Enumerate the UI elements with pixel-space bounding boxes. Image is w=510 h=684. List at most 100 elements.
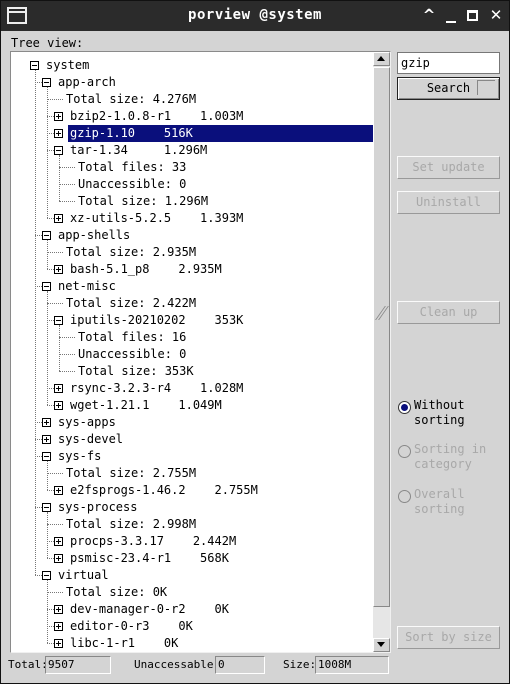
tree-view-label: Tree view: xyxy=(11,36,84,50)
tree-node[interactable]: sys-apps xyxy=(58,414,116,431)
tree-scrollbar[interactable] xyxy=(373,52,390,652)
tree-connector xyxy=(47,490,54,491)
search-input[interactable] xyxy=(397,52,500,74)
total-label: Total: xyxy=(8,658,48,671)
tree-node[interactable]: system xyxy=(46,57,89,74)
tree-info-item[interactable]: Total size: 4.276M xyxy=(66,91,196,108)
tree-info-item[interactable]: Total files: 16 xyxy=(78,329,186,346)
expand-icon[interactable] xyxy=(54,129,63,138)
tree-connector xyxy=(47,116,54,117)
tree-node[interactable]: e2fsprogs-1.46.2 2.755M xyxy=(70,482,258,499)
tree-node[interactable]: dev-manager-0-r2 0K xyxy=(70,601,229,618)
tree-view[interactable]: system app-arch Total size: 4.276M bzip2-1.… xyxy=(10,51,391,653)
expand-icon[interactable] xyxy=(54,622,63,631)
expand-icon[interactable] xyxy=(54,112,63,121)
unaccessable-label: Unaccessable: xyxy=(134,658,221,671)
collapse-icon[interactable] xyxy=(42,282,51,291)
expand-icon[interactable] xyxy=(54,554,63,563)
expand-icon[interactable] xyxy=(54,639,63,648)
expand-icon[interactable] xyxy=(54,537,63,546)
tree-node[interactable]: sys-devel xyxy=(58,431,123,448)
set-update-button[interactable]: Set update xyxy=(397,156,500,179)
clean-up-button[interactable]: Clean up xyxy=(397,301,500,324)
expand-icon[interactable] xyxy=(54,214,63,223)
collapse-icon[interactable] xyxy=(54,146,63,155)
tree-info-item[interactable]: Unaccessible: 0 xyxy=(78,346,186,363)
search-options-icon xyxy=(477,80,495,95)
tree-node[interactable]: app-arch xyxy=(58,74,116,91)
tree-info-item[interactable]: Total size: 0K xyxy=(66,584,167,601)
tree-info-item[interactable]: Total size: 2.935M xyxy=(66,244,196,261)
tree-connector xyxy=(47,87,48,218)
radio-label: Sorting in category xyxy=(414,442,487,471)
tree-node[interactable]: sys-process xyxy=(58,499,137,516)
tree-node[interactable]: xz-utils-5.2.5 1.393M xyxy=(70,210,243,227)
tree-connector xyxy=(47,252,63,253)
tree-node[interactable]: psmisc-23.4-r1 568K xyxy=(70,550,229,567)
tree-node[interactable]: net-misc xyxy=(58,278,116,295)
uninstall-button[interactable]: Uninstall xyxy=(397,191,500,214)
tree-connector xyxy=(47,133,54,134)
tree-connector xyxy=(35,82,42,83)
tree-node[interactable]: libc-1-r1 0K xyxy=(70,635,178,652)
collapse-icon[interactable] xyxy=(30,61,39,70)
tree-connector xyxy=(47,473,63,474)
tree-info-item[interactable]: Total files: 33 xyxy=(78,159,186,176)
collapse-icon[interactable] xyxy=(42,78,51,87)
tree-node[interactable]: procps-3.3.17 2.442M xyxy=(70,533,236,550)
tree-connector xyxy=(47,580,48,643)
expand-icon[interactable] xyxy=(42,435,51,444)
expand-icon[interactable] xyxy=(54,401,63,410)
collapse-icon[interactable] xyxy=(42,231,51,240)
tree-connector xyxy=(59,325,60,371)
tree-node[interactable]: app-shells xyxy=(58,227,130,244)
expand-icon[interactable] xyxy=(54,486,63,495)
tree-connector xyxy=(35,456,42,457)
minimize-icon[interactable]: ^ xyxy=(419,5,439,25)
tree-node[interactable]: wget-1.21.1 1.049M xyxy=(70,397,222,414)
tree-node[interactable]: bash-5.1_p8 2.935M xyxy=(70,261,222,278)
tree-info-item[interactable]: Total size: 2.755M xyxy=(66,465,196,482)
collapse-icon[interactable] xyxy=(42,503,51,512)
tree-connector xyxy=(47,218,54,219)
tree-node[interactable]: tar-1.34 1.296M xyxy=(70,142,207,159)
expand-icon[interactable] xyxy=(54,265,63,274)
splitter-handle[interactable] xyxy=(375,304,389,322)
tree-node[interactable]: editor-0-r3 0K xyxy=(70,618,193,635)
expand-icon[interactable] xyxy=(42,418,51,427)
maximize-icon[interactable] xyxy=(467,10,478,21)
scroll-thumb[interactable] xyxy=(373,67,390,607)
expand-icon[interactable] xyxy=(54,605,63,614)
tree-connector xyxy=(59,201,75,202)
iconify-icon[interactable] xyxy=(446,21,456,23)
tree-info-item[interactable]: Total size: 2.998M xyxy=(66,516,196,533)
tree-node[interactable]: iputils-20210202 353K xyxy=(70,312,243,329)
scroll-up-button[interactable] xyxy=(373,52,390,66)
tree-info-item[interactable]: Total size: 2.422M xyxy=(66,295,196,312)
tree-node[interactable]: virtual xyxy=(58,567,109,584)
tree-info-item[interactable]: Unaccessible: 0 xyxy=(78,176,186,193)
tree-node[interactable]: bzip2-1.0.8-r1 1.003M xyxy=(70,108,243,125)
arrow-up-icon xyxy=(377,56,385,61)
title-bar[interactable]: porview @system ^ ✕ xyxy=(1,1,509,31)
radio-label: Without sorting xyxy=(414,398,465,427)
collapse-icon[interactable] xyxy=(42,571,51,580)
scroll-down-button[interactable] xyxy=(373,638,390,652)
tree-connector xyxy=(59,167,75,168)
tree-node[interactable]: sys-fs xyxy=(58,448,101,465)
collapse-icon[interactable] xyxy=(42,452,51,461)
tree-connector xyxy=(47,626,54,627)
tree-connector xyxy=(47,592,63,593)
tree-connector xyxy=(47,524,63,525)
radio-unchecked-icon xyxy=(398,490,411,503)
collapse-icon[interactable] xyxy=(54,316,63,325)
tree-info-item[interactable]: Total size: 1.296M xyxy=(78,193,208,210)
tree-node[interactable]: rsync-3.2.3-r4 1.028M xyxy=(70,380,243,397)
tree-node[interactable]: gzip-1.10 516K xyxy=(68,125,374,142)
unaccessable-field: 0 xyxy=(215,656,265,674)
close-icon[interactable]: ✕ xyxy=(486,5,506,25)
sort-by-size-button[interactable]: Sort by size xyxy=(397,626,500,649)
expand-icon[interactable] xyxy=(54,384,63,393)
radio-checked-icon xyxy=(398,401,411,414)
tree-info-item[interactable]: Total size: 353K xyxy=(78,363,194,380)
